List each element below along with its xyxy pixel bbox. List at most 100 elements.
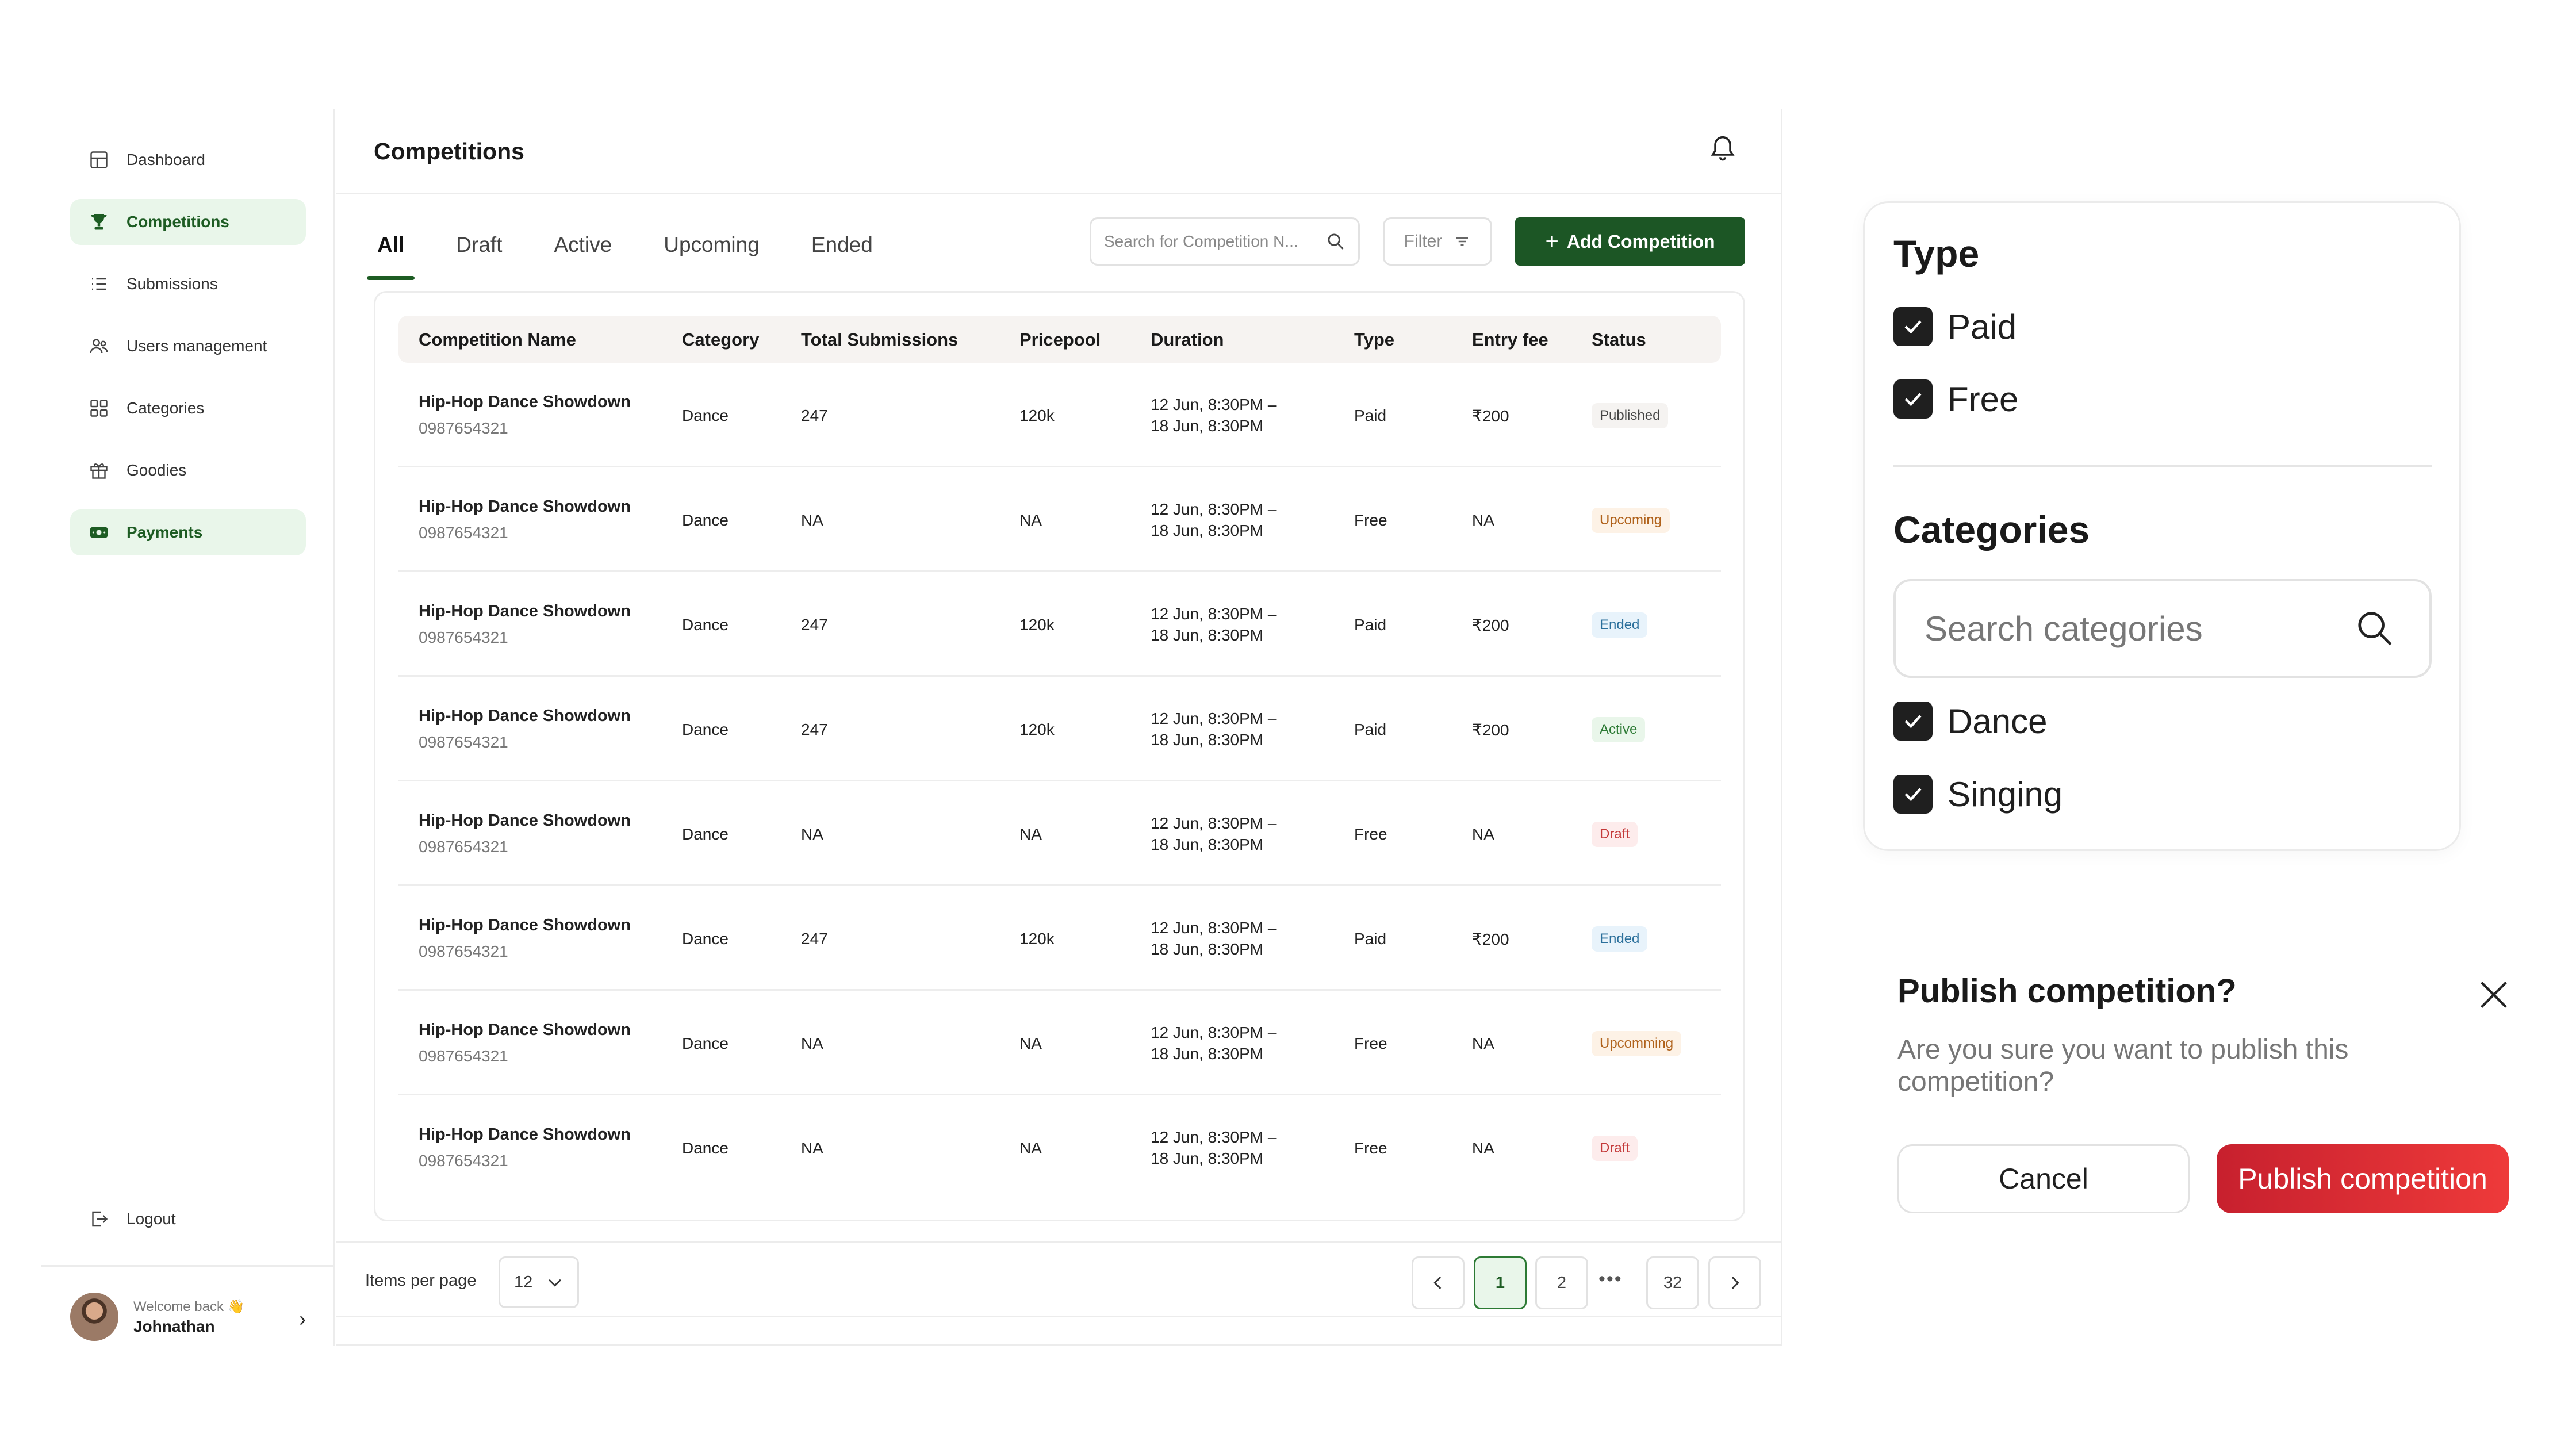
sidebar-item-label: Dashboard	[126, 151, 205, 168]
table-row[interactable]: Hip-Hop Dance Showdown 0987654321 Dance 247…	[398, 886, 1721, 991]
sidebar-item-label: Categories	[126, 399, 205, 417]
duration-end: 18 Jun, 8:30PM	[1151, 522, 1264, 539]
page-title: Competitions	[374, 138, 524, 164]
table-row[interactable]: Hip-Hop Dance Showdown 0987654321 Dance NA N…	[398, 1095, 1721, 1200]
cell-fee: ₹200	[1472, 616, 1509, 634]
category-search-input[interactable]: Search categories	[1893, 579, 2432, 678]
sidebar-item-label: Submissions	[126, 275, 218, 293]
next-page-button[interactable]	[1708, 1256, 1761, 1309]
grid-icon	[87, 397, 110, 420]
dialog-message: Are you sure you want to publish this co…	[1897, 1034, 2349, 1097]
status-badge: Draft	[1592, 822, 1638, 847]
bell-icon[interactable]	[1708, 132, 1742, 167]
type-checkbox-free[interactable]: Free	[1893, 379, 2018, 419]
publish-competition-button[interactable]: Publish competition	[2217, 1144, 2509, 1213]
competition-name: Hip-Hop Dance Showdown	[419, 497, 631, 516]
category-checkbox-dance[interactable]: Dance	[1893, 701, 2047, 741]
cell-category: Dance	[682, 825, 729, 843]
cell-type: Paid	[1354, 720, 1387, 738]
cell-fee: NA	[1472, 511, 1494, 529]
competition-id: 0987654321	[419, 1047, 508, 1065]
page-button-2[interactable]: 2	[1535, 1256, 1588, 1309]
gift-icon	[87, 459, 110, 482]
sidebar-item-label: Users management	[126, 337, 267, 355]
tab-draft[interactable]: Draft	[453, 233, 505, 273]
cell-submissions: 247	[801, 407, 828, 424]
competition-id: 0987654321	[419, 628, 508, 646]
column-header: Entry fee	[1472, 329, 1548, 350]
cell-category: Dance	[682, 1139, 729, 1157]
cell-pricepool: 120k	[1019, 720, 1055, 738]
table-row[interactable]: Hip-Hop Dance Showdown 0987654321 Dance 247…	[398, 677, 1721, 781]
sidebar-item-dashboard[interactable]: Dashboard	[70, 137, 306, 183]
status-badge: Upcoming	[1592, 508, 1670, 533]
logout-button[interactable]: Logout	[70, 1196, 306, 1242]
page-button-1[interactable]: 1	[1474, 1256, 1527, 1309]
competition-name: Hip-Hop Dance Showdown	[419, 707, 631, 725]
competition-id: 0987654321	[419, 1152, 508, 1170]
close-icon[interactable]	[2475, 976, 2512, 1013]
cell-pricepool: 120k	[1019, 616, 1055, 634]
add-competition-label: Add Competition	[1566, 231, 1715, 252]
tab-upcoming[interactable]: Upcoming	[660, 233, 763, 273]
cell-type: Free	[1354, 1139, 1387, 1157]
tab-all[interactable]: All	[366, 233, 415, 280]
status-badge: Upcomming	[1592, 1031, 1682, 1056]
sidebar-item-users-management[interactable]: Users management	[70, 323, 306, 369]
filter-button[interactable]: Filter	[1383, 217, 1492, 266]
column-header: Category	[682, 329, 760, 350]
search-input[interactable]: Search for Competition N...	[1090, 217, 1360, 266]
avatar	[70, 1293, 118, 1341]
duration-end: 18 Jun, 8:30PM	[1151, 417, 1264, 435]
page-button-32[interactable]: 32	[1646, 1256, 1699, 1309]
duration-start: 12 Jun, 8:30PM –	[1151, 605, 1277, 623]
sidebar-item-label: Competitions	[126, 213, 229, 231]
duration-start: 12 Jun, 8:30PM –	[1151, 1023, 1277, 1041]
table-row[interactable]: Hip-Hop Dance Showdown 0987654321 Dance NA N…	[398, 991, 1721, 1095]
cell-submissions: NA	[801, 511, 823, 529]
user-profile[interactable]: Welcome back 👋 Johnathan ›	[70, 1285, 312, 1348]
type-checkbox-paid[interactable]: Paid	[1893, 306, 2017, 347]
sidebar-item-goodies[interactable]: Goodies	[70, 447, 306, 493]
duration-start: 12 Jun, 8:30PM –	[1151, 814, 1277, 832]
sidebar-item-payments[interactable]: Payments	[70, 509, 306, 555]
sidebar-item-competitions[interactable]: Competitions	[70, 199, 306, 245]
table-row[interactable]: Hip-Hop Dance Showdown 0987654321 Dance NA N…	[398, 467, 1721, 572]
category-search-placeholder: Search categories	[1925, 609, 2203, 648]
cancel-button[interactable]: Cancel	[1897, 1144, 2190, 1213]
table-row[interactable]: Hip-Hop Dance Showdown 0987654321 Dance 247…	[398, 363, 1721, 467]
cell-category: Dance	[682, 407, 729, 424]
duration-end: 18 Jun, 8:30PM	[1151, 626, 1264, 644]
sidebar-item-label: Payments	[126, 523, 203, 541]
cell-submissions: 247	[801, 720, 828, 738]
cell-submissions: 247	[801, 930, 828, 948]
tab-ended[interactable]: Ended	[808, 233, 876, 273]
duration-start: 12 Jun, 8:30PM –	[1151, 1128, 1277, 1146]
tab-active[interactable]: Active	[550, 233, 615, 273]
cell-type: Paid	[1354, 616, 1387, 634]
cell-pricepool: NA	[1019, 1139, 1042, 1157]
prev-page-button[interactable]	[1412, 1256, 1465, 1309]
competition-id: 0987654321	[419, 942, 508, 960]
competition-id: 0987654321	[419, 524, 508, 542]
checkbox-label: Dance	[1948, 702, 2048, 741]
status-badge: Active	[1592, 717, 1646, 742]
chevron-left-icon	[1433, 1276, 1442, 1289]
sidebar-item-categories[interactable]: Categories	[70, 385, 306, 431]
table-row[interactable]: Hip-Hop Dance Showdown 0987654321 Dance NA N…	[398, 781, 1721, 886]
sidebar-item-submissions[interactable]: Submissions	[70, 261, 306, 307]
table-row[interactable]: Hip-Hop Dance Showdown 0987654321 Dance 247…	[398, 572, 1721, 677]
column-header: Duration	[1151, 329, 1224, 350]
type-title: Type	[1893, 232, 1980, 275]
topbar: Competitions	[336, 109, 1782, 194]
add-competition-button[interactable]: + Add Competition	[1515, 217, 1745, 266]
sidebar-item-label: Goodies	[126, 461, 187, 479]
cell-submissions: 247	[801, 616, 828, 634]
checkbox-label: Free	[1948, 379, 2019, 419]
category-checkbox-singing[interactable]: Singing	[1893, 774, 2063, 814]
cell-category: Dance	[682, 930, 729, 948]
cell-submissions: NA	[801, 825, 823, 843]
items-per-page-select[interactable]: 12	[499, 1256, 579, 1308]
sidebar: Dashboard Competitions Submissions Users…	[41, 109, 335, 1346]
column-header: Status	[1592, 329, 1646, 350]
